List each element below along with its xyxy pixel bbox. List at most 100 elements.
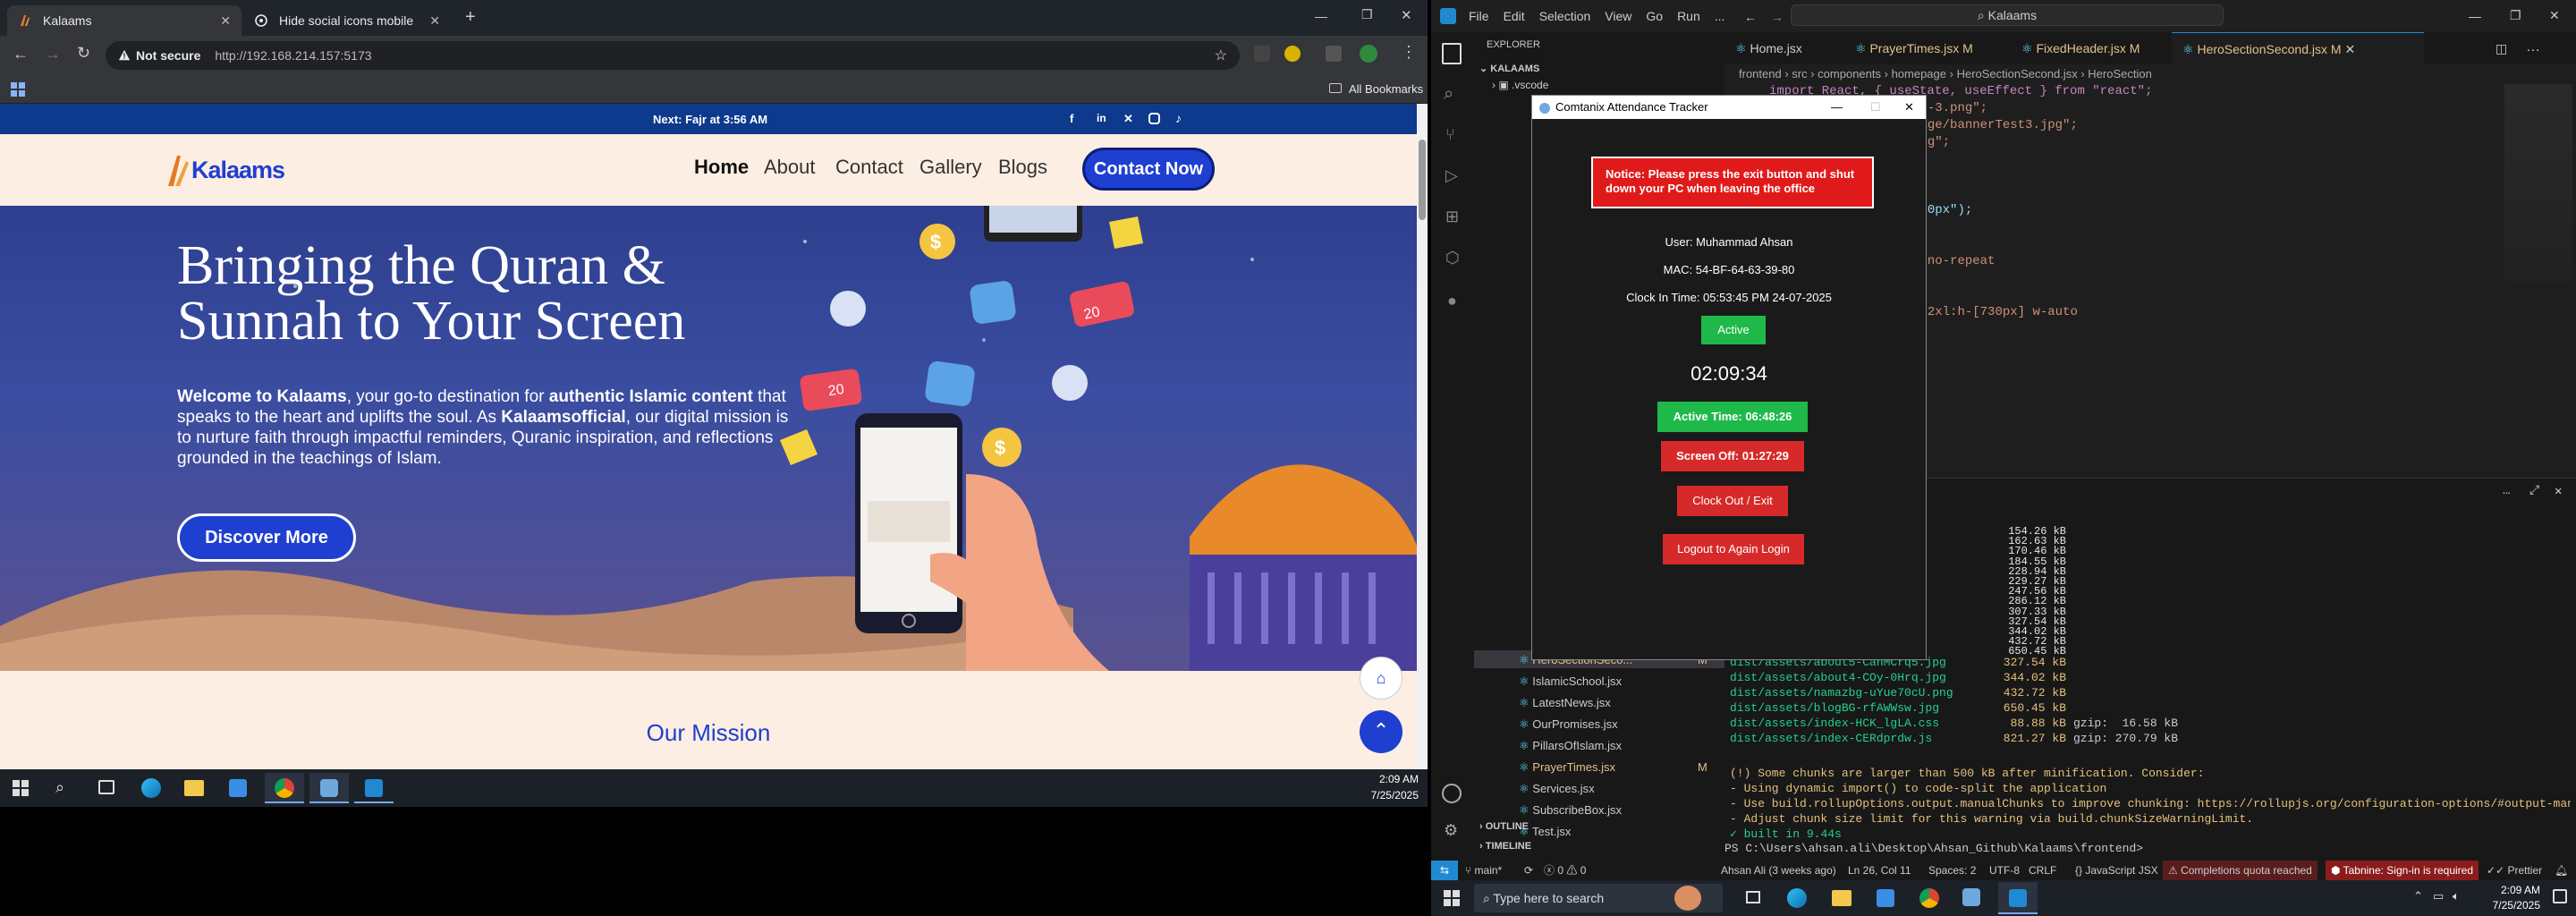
all-bookmarks-link[interactable]: All Bookmarks bbox=[1349, 82, 1423, 96]
more-actions-icon[interactable]: … bbox=[2526, 39, 2540, 55]
back-icon[interactable]: ← bbox=[13, 45, 29, 64]
file-item[interactable]: ⚛ LatestNews.jsx bbox=[1519, 694, 1724, 712]
maximize-icon[interactable]: ❐ bbox=[1361, 7, 1373, 22]
timeline-section[interactable]: › TIMELINE bbox=[1479, 841, 1531, 852]
close-tab-icon[interactable]: ✕ bbox=[2344, 42, 2355, 56]
minimize-icon[interactable]: — bbox=[1831, 96, 1843, 119]
edge-icon[interactable] bbox=[141, 778, 161, 798]
extension-icon[interactable] bbox=[1254, 46, 1270, 62]
copilot-quota-warning[interactable]: ⚠ Completions quota reached bbox=[2163, 861, 2318, 880]
language-mode[interactable]: {} JavaScript JSX bbox=[2075, 861, 2158, 880]
breadcrumb-item[interactable]: homepage bbox=[1892, 67, 1946, 81]
discover-more-button[interactable]: Discover More bbox=[177, 513, 356, 562]
file-item[interactable]: ⚛ PrayerTimes.jsx M bbox=[1519, 759, 1724, 776]
gitlens-icon[interactable]: ● bbox=[1447, 292, 1457, 310]
apps-grid-icon[interactable] bbox=[11, 82, 25, 97]
close-icon[interactable]: ✕ bbox=[1904, 96, 1914, 119]
file-item[interactable]: ⚛ OurPromises.jsx bbox=[1519, 716, 1724, 734]
instagram-icon[interactable] bbox=[1148, 113, 1160, 124]
problems-indicator[interactable]: ⓧ 0 ⚠ 0 bbox=[1544, 861, 1586, 880]
minimize-icon[interactable]: — bbox=[2469, 9, 2481, 23]
breadcrumb-item[interactable]: src bbox=[1792, 67, 1807, 81]
breadcrumb-item[interactable]: HeroSection bbox=[2088, 67, 2152, 81]
clock-date[interactable]: 7/25/2025 bbox=[1351, 789, 1419, 802]
explorer-files-icon[interactable] bbox=[1442, 43, 1462, 64]
git-blame[interactable]: Ahsan Ali (3 weeks ago) bbox=[1721, 861, 1836, 880]
menu-selection[interactable]: Selection bbox=[1539, 9, 1591, 23]
tab-kalaams[interactable]: Kalaams ✕ bbox=[7, 5, 242, 36]
minimap[interactable] bbox=[2504, 84, 2572, 281]
cursor-position[interactable]: Ln 26, Col 11 bbox=[1848, 861, 1911, 880]
tab-hide-social-icons[interactable]: Hide social icons mobile ✕ bbox=[243, 5, 451, 36]
menu-view[interactable]: View bbox=[1605, 9, 1631, 23]
menu-kebab-icon[interactable]: ⋮ bbox=[1401, 43, 1417, 62]
settings-gear-icon[interactable]: ⚙ bbox=[1444, 821, 1458, 840]
breadcrumb-item[interactable]: frontend bbox=[1739, 67, 1782, 81]
edge-icon[interactable] bbox=[1787, 888, 1807, 908]
folder-vscode[interactable]: › ▣ .vscode bbox=[1492, 79, 1548, 91]
terminal-prompt[interactable]: PS C:\Users\ahsan.ali\Desktop\Ahsan_Gith… bbox=[1724, 842, 2150, 855]
tab-home[interactable]: ⚛ Home.jsx bbox=[1724, 32, 1802, 64]
search-icon[interactable]: ⌕ bbox=[55, 778, 64, 797]
git-branch[interactable]: ⑂ main* bbox=[1465, 861, 1502, 880]
menu-file[interactable]: File bbox=[1469, 9, 1489, 23]
clock-time[interactable]: 2:09 AM bbox=[1360, 773, 1419, 785]
panel-more-icon[interactable]: … bbox=[2503, 484, 2510, 498]
nav-blogs[interactable]: Blogs bbox=[998, 156, 1047, 179]
task-view-icon[interactable] bbox=[98, 780, 114, 794]
file-item[interactable]: ⚛ IslamicSchool.jsx bbox=[1519, 673, 1724, 691]
encoding[interactable]: UTF-8 bbox=[1989, 861, 2020, 880]
source-control-icon[interactable]: ⑂ bbox=[1445, 125, 1455, 144]
contact-now-button[interactable]: Contact Now bbox=[1082, 148, 1215, 191]
extensions-icon[interactable]: ⊞ bbox=[1445, 208, 1459, 226]
store-icon[interactable] bbox=[229, 779, 247, 797]
menu-run[interactable]: Run bbox=[1677, 9, 1700, 23]
clock-date[interactable]: 7/25/2025 bbox=[2474, 899, 2540, 912]
file-explorer-icon[interactable] bbox=[1832, 890, 1852, 906]
indentation[interactable]: Spaces: 2 bbox=[1928, 861, 1976, 880]
file-item[interactable]: ⚛ Services.jsx bbox=[1519, 780, 1724, 798]
file-item[interactable]: ⚛ SubscribeBox.jsx bbox=[1519, 802, 1724, 819]
sync-icon[interactable]: ⟳ bbox=[1524, 861, 1533, 880]
clock-out-button[interactable]: Clock Out / Exit bbox=[1677, 486, 1788, 516]
page-scrollbar[interactable] bbox=[1417, 104, 1428, 769]
nav-home[interactable]: Home bbox=[694, 156, 749, 179]
mosque-float-icon[interactable]: ⌂ bbox=[1360, 657, 1402, 700]
file-item[interactable]: ⚛ PillarsOfIslam.jsx bbox=[1519, 737, 1724, 755]
remote-explorer-icon[interactable]: ⬡ bbox=[1445, 249, 1460, 267]
menu-more[interactable]: ... bbox=[1715, 9, 1725, 23]
kalaams-logo[interactable]: Kalaams bbox=[165, 152, 285, 188]
maximize-panel-icon[interactable]: ⤢ bbox=[2529, 484, 2539, 498]
close-window-icon[interactable]: ✕ bbox=[2549, 8, 2560, 23]
close-tab-icon[interactable]: ✕ bbox=[220, 13, 231, 29]
address-bar[interactable]: Not secure http://192.168.214.157:5173 ☆ bbox=[106, 41, 1240, 70]
vscode-taskbar-button[interactable] bbox=[354, 773, 394, 803]
bookmark-star-icon[interactable]: ☆ bbox=[1215, 47, 1227, 64]
tracker-taskbar-button[interactable] bbox=[309, 773, 349, 803]
minimize-icon[interactable]: — bbox=[1315, 9, 1327, 23]
tiktok-icon[interactable]: ♪ bbox=[1175, 111, 1182, 125]
nav-forward-icon[interactable]: → bbox=[1771, 10, 1784, 24]
search-icon[interactable]: ⌕ bbox=[1444, 84, 1453, 105]
tracker-app-icon[interactable] bbox=[1962, 888, 1980, 906]
close-panel-icon[interactable]: ✕ bbox=[2555, 484, 2562, 499]
accounts-icon[interactable] bbox=[1442, 784, 1462, 803]
maximize-icon[interactable]: ❐ bbox=[2510, 8, 2521, 23]
menu-go[interactable]: Go bbox=[1646, 9, 1663, 23]
prettier-status[interactable]: ✓✓ Prettier bbox=[2487, 861, 2542, 880]
notifications-bell-icon[interactable]: 🔔︎ bbox=[2555, 861, 2568, 880]
command-center-search[interactable]: ⌕ Kalaams bbox=[1791, 4, 2224, 26]
logout-button[interactable]: Logout to Again Login bbox=[1663, 534, 1804, 564]
menu-edit[interactable]: Edit bbox=[1504, 9, 1525, 23]
tabnine-status[interactable]: ⬢ Tabnine: Sign-in is required bbox=[2326, 861, 2479, 880]
breadcrumb-item[interactable]: components bbox=[1818, 67, 1881, 81]
outline-section[interactable]: › OUTLINE bbox=[1479, 821, 1529, 832]
nav-gallery[interactable]: Gallery bbox=[919, 156, 982, 179]
linkedin-icon[interactable]: in bbox=[1097, 112, 1106, 124]
scrollbar-thumb[interactable] bbox=[1419, 140, 1426, 220]
network-icon[interactable]: ▭ bbox=[2433, 889, 2444, 903]
chrome-taskbar-button[interactable] bbox=[265, 773, 304, 803]
clock-time[interactable]: 2:09 AM bbox=[2483, 884, 2540, 896]
breadcrumb-item[interactable]: HeroSectionSecond.jsx bbox=[1957, 67, 2078, 81]
tab-herosectionsecond[interactable]: ⚛ HeroSectionSecond.jsx M ✕ bbox=[2172, 32, 2424, 64]
